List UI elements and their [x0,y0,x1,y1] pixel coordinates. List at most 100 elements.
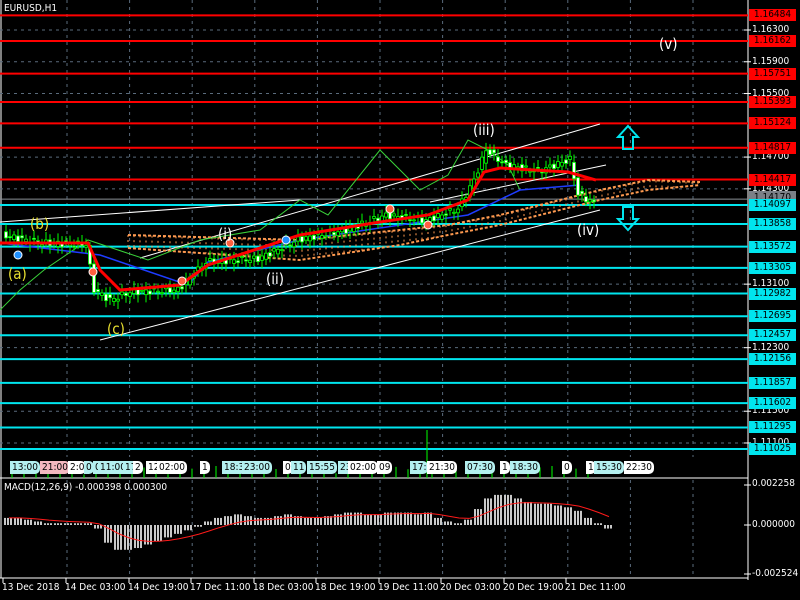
signal-arrow-icon [385,204,395,214]
candle-body [500,161,504,164]
time-label: 15:30 [594,461,624,474]
candle-body [180,286,184,290]
candle-body [592,199,596,203]
candle-body [296,236,300,242]
support-price-label: 1.11857 [749,376,796,389]
candle-body [588,199,592,203]
price-chart[interactable] [0,0,800,600]
time-label: 21:30 [427,461,457,474]
support-price-label: 1.12156 [749,353,796,366]
candle-body [116,298,120,302]
candle-body [536,166,540,169]
candle-body [408,219,412,222]
time-label: 0 [562,461,572,474]
candle-body [84,245,88,248]
price-tick-label: 1.12300 [752,341,790,353]
wave-label-b: (b) [30,215,50,233]
support-price-label: 1.12695 [749,310,796,323]
candle-body [280,249,284,251]
candle-body [376,217,380,222]
candle-body [432,215,436,222]
candle-body [236,260,240,263]
candle-body [124,292,128,296]
candle-body [272,248,276,252]
wave-label-c: (c) [107,320,125,338]
candle-body [260,255,264,261]
resistance-price-label: 1.16162 [749,34,796,47]
date-label: 18 Dec 19:00 [315,582,376,593]
candle-body [572,162,576,180]
candle-body [256,255,260,262]
chart-window[interactable]: EURUSD,H1 MACD(12,26,9) -0.000398 0.0003… [0,0,800,600]
candle-body [452,211,456,214]
support-price-label: 1.13305 [749,261,796,274]
candle-body [144,289,148,296]
candle-body [560,161,564,167]
candle-body [72,245,76,248]
support-price-label: 1.11602 [749,397,796,410]
signal-arrow-icon [281,235,291,245]
wave-label-a: (a) [8,265,27,283]
candle-body [480,156,484,170]
candle-body [476,172,480,178]
time-label: 1 [500,461,510,474]
candle-body [304,236,308,241]
candle-body [268,252,272,257]
wave-label-iii: (iii) [473,121,495,139]
candle-body [492,149,496,154]
support-price-label: 1.14097 [749,198,796,211]
candle-body [240,256,244,259]
candle-body [372,216,376,219]
time-label: 18:30 [510,461,540,474]
candle-body [108,294,112,299]
date-label: 21 Dec 11:00 [565,582,626,593]
candle-body [252,255,256,259]
candle-body [148,290,152,295]
candle-body [484,150,488,164]
candle-body [392,213,396,217]
signal-arrow-icon [13,250,23,260]
candle-body [264,252,268,260]
candle-body [504,159,508,164]
wave-label-i: (i) [218,225,233,243]
candle-body [308,235,312,242]
candle-body [496,156,500,162]
support-price-label: 1.12457 [749,329,796,342]
candle-body [288,244,292,247]
candle-body [448,208,452,211]
date-label: 17 Dec 11:00 [190,582,251,593]
candle-body [320,235,324,239]
candle-body [524,165,528,168]
up-arrow-icon [615,124,641,150]
candle-body [332,232,336,236]
candle-body [16,235,20,242]
support-price-label: 1.13572 [749,240,796,253]
resistance-price-label: 1.14417 [749,173,796,186]
candle-body [40,244,44,247]
candle-body [488,149,492,156]
date-label: 20 Dec 19:00 [503,582,564,593]
date-label: 19 Dec 11:00 [378,582,439,593]
time-label: 09 [377,461,393,474]
signal-arrow-icon [88,267,98,277]
time-label: 1 [200,461,210,474]
signal-arrow-icon [423,220,433,230]
signal-arrow-icon [177,276,187,286]
candle-body [456,208,460,214]
time-label: 2 [133,461,143,474]
date-label: 18 Dec 03:00 [253,582,314,593]
candle-body [336,231,340,237]
candle-body [4,231,8,239]
chart-title: EURUSD,H1 [4,3,58,14]
candle-body [128,292,132,297]
candle-body [324,235,328,238]
price-tick-label: 1.15900 [752,55,790,67]
support-price-label: 1.11295 [749,421,796,434]
candle-body [160,292,164,294]
time-label: 07:30 [465,461,495,474]
candle-body [104,293,108,302]
resistance-price-label: 1.16484 [749,9,796,22]
date-label: 13 Dec 2018 [2,582,60,593]
resistance-price-label: 1.15124 [749,117,796,130]
time-label: 23:00 [242,461,272,474]
